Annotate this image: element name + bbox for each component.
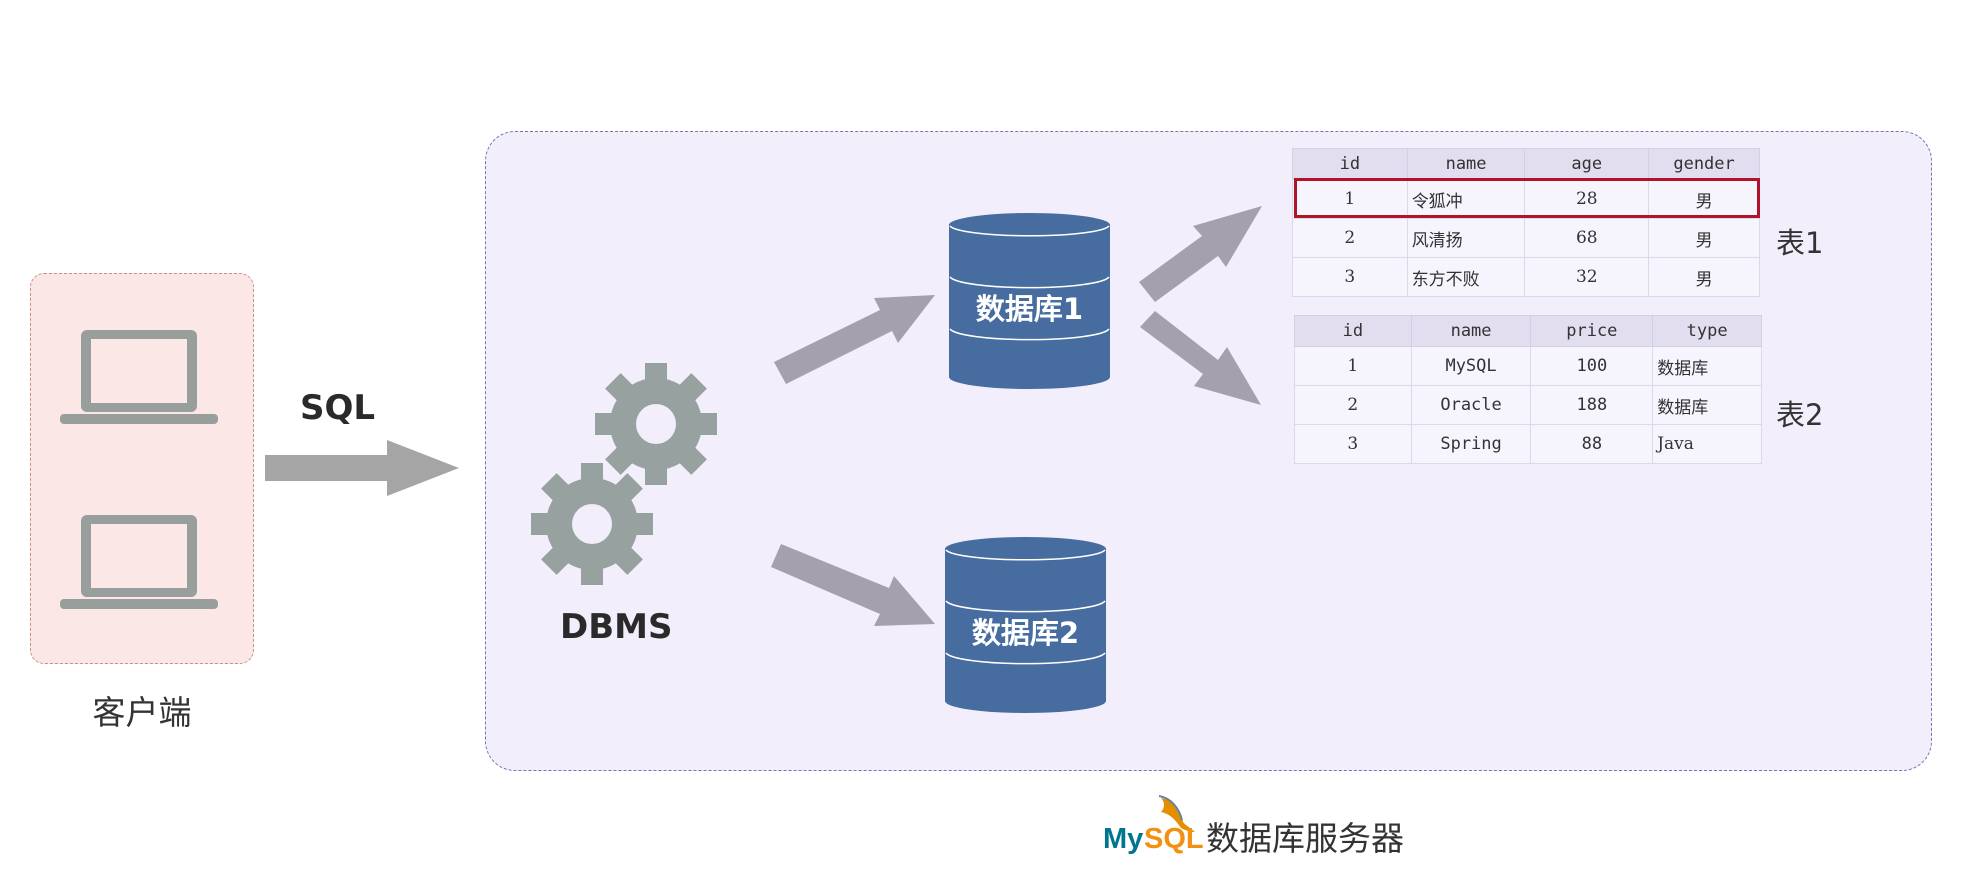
table-cell: 数据库 (1652, 385, 1762, 425)
table-cell: Oracle (1410, 385, 1532, 425)
arrow-to-table2 (1140, 311, 1261, 405)
table-cell: 3 (1292, 257, 1408, 297)
table-cell: 2 (1294, 385, 1412, 425)
table-header-row: id name price type (1294, 315, 1762, 347)
table-1: id name age gender 1 令狐冲 28 男 2 风清扬 68 男… (1292, 148, 1760, 297)
table-cell: Java (1652, 424, 1762, 464)
table-row: 2 Oracle 188 数据库 (1294, 385, 1762, 425)
svg-text:My: My (1103, 823, 1143, 855)
svg-text:SQL: SQL (1144, 823, 1204, 855)
arrow-to-table1 (1139, 206, 1262, 302)
row-highlight (1294, 178, 1760, 218)
column-header: age (1524, 148, 1650, 180)
column-header: id (1292, 148, 1408, 180)
table-1-caption: 表1 (1776, 226, 1824, 260)
table-cell: MySQL (1410, 346, 1532, 386)
column-header: price (1530, 315, 1654, 347)
table-cell: 东方不败 (1406, 257, 1526, 297)
database-1-icon: 数据库1 (949, 213, 1110, 391)
column-header: name (1406, 148, 1526, 180)
table-row: 2 风清扬 68 男 (1292, 218, 1760, 258)
mysql-logo: My SQL (1103, 792, 1207, 860)
table-cell: 32 (1524, 257, 1650, 297)
table-2: id name price type 1 MySQL 100 数据库 2 Ora… (1294, 315, 1762, 464)
table-row: 1 MySQL 100 数据库 (1294, 346, 1762, 386)
table-cell: 3 (1294, 424, 1412, 464)
arrow-to-db2 (771, 544, 935, 626)
table-2-caption: 表2 (1776, 398, 1824, 432)
table-cell: 188 (1530, 385, 1654, 425)
table-cell: 100 (1530, 346, 1654, 386)
table-cell: 88 (1530, 424, 1654, 464)
table-cell: 风清扬 (1406, 218, 1526, 258)
table-cell: 男 (1648, 257, 1760, 297)
table-cell: 1 (1294, 346, 1412, 386)
database-1-label: 数据库1 (975, 292, 1084, 326)
table-cell: 数据库 (1652, 346, 1762, 386)
footer-title: 数据库服务器 (1206, 819, 1404, 858)
database-2-icon: 数据库2 (945, 537, 1106, 715)
table-cell: Spring (1410, 424, 1532, 464)
column-header: gender (1648, 148, 1760, 180)
arrow-to-db1 (774, 295, 935, 384)
table-row: 3 东方不败 32 男 (1292, 257, 1760, 297)
table-row: 3 Spring 88 Java (1294, 424, 1762, 464)
table-cell: 68 (1524, 218, 1650, 258)
table-cell: 2 (1292, 218, 1408, 258)
column-header: id (1294, 315, 1412, 347)
database-2-label: 数据库2 (971, 616, 1080, 650)
table-cell: 男 (1648, 218, 1760, 258)
column-header: type (1652, 315, 1762, 347)
column-header: name (1410, 315, 1532, 347)
table-header-row: id name age gender (1292, 148, 1760, 180)
